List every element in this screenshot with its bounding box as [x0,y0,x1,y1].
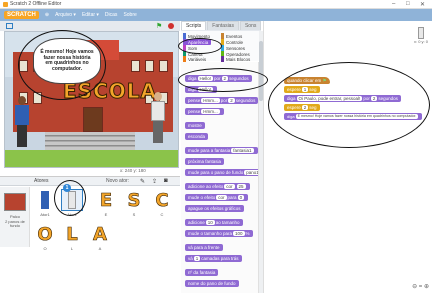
app-icon [3,1,8,7]
sprite-thumb[interactable]: O O [33,223,57,255]
upload-sprite-icon[interactable]: ⇪ [152,178,157,185]
maximize-button[interactable]: □ [406,1,410,7]
green-flag-icon[interactable]: ⚑ [156,22,162,30]
palette-block-go-back[interactable]: vá 1 camadas para trás [185,255,242,262]
minimize-button[interactable]: – [392,1,395,7]
palette-block-switch-costume[interactable]: mude para a fantasia fantasia1 [185,147,258,154]
current-sprite-preview: x: 0 y: 0 [414,27,428,47]
selected-sprite-number: 1 [63,184,71,192]
menu-sobre[interactable]: Sobre [123,12,136,18]
school-stairs [45,132,135,152]
sprite-boy-left[interactable] [15,96,29,147]
sprites-header: Atores Novo ator: ✎ ⇪ ◙ [0,177,180,186]
stage-toolbar: ⚑ [0,21,180,31]
sprite-glyph: E [99,189,113,211]
sprite-thumb[interactable]: L L [60,223,84,255]
editor-tabs: Scripts Fantasias Sons [181,21,262,31]
palette-block-hide[interactable]: esconda [185,133,209,140]
mouse-coords: x: 240 y: 180 [120,168,146,173]
window-title: Scratch 2 Offline Editor [10,1,62,7]
menu-editar[interactable]: Editar ▾ [82,12,99,18]
script-block-say[interactable]: diga É mesmo! Hoje vamos fazer nossa hist… [284,113,423,120]
sprite-name: C [160,212,164,217]
sprite-glyph: C [155,189,169,211]
tab-scripts[interactable]: Scripts [181,21,207,30]
palette-block-think[interactable]: pense Hmm... [185,108,224,115]
palette-block-backdrop-name[interactable]: nome do pano de fundo [185,280,239,287]
sprite-name: A [98,246,102,251]
palette-block-show[interactable]: mostre [185,122,205,129]
palette-block-set-size[interactable]: mude o tamanho para 100% [185,230,253,237]
tab-sounds[interactable]: Sons [239,21,262,30]
sprite-name: Ator1 [40,212,50,217]
script-block-wait[interactable]: espere 1 seg [284,86,320,93]
sprite-man-right[interactable] [151,92,165,143]
sprites-header-label: Atores [34,178,49,184]
menu-dicas[interactable]: Dicas [105,12,118,18]
script-block-say-for[interactable]: diga Oi Paulo, pode entrar, pessoal! por 2 s… [284,95,401,102]
globe-icon[interactable]: ⊕ [45,12,49,18]
stop-icon[interactable] [168,23,174,29]
palette-block-change-size[interactable]: adicione 10 ao tamanho [185,219,243,226]
menu-bar: SCRATCH ⊕ Arquivo ▾ Editar ▾ Dicas Sobre [0,9,432,21]
sprite-thumb[interactable]: A A [88,223,112,255]
title-bar: Scratch 2 Offline Editor – □ ✕ [0,0,432,9]
palette-block-say[interactable]: diga Hello! [185,86,218,93]
green-flag-icon: ⚑ [322,78,327,83]
sprite-name: S [132,212,136,217]
block-palette: diga Hello! por 2 segundos diga Hello! pense H… [181,62,259,293]
palette-block-change-effect[interactable]: adicione ao efeito cor 25 [185,183,250,190]
camera-icon[interactable]: ◙ [164,178,168,184]
tab-costumes[interactable]: Fantasias [207,21,239,30]
palette-block-costume-number[interactable]: nº da fantasia [185,269,219,276]
presentation-mode-icon[interactable] [6,23,13,29]
zoom-controls[interactable]: ⊖ = ⊕ [412,283,429,290]
sprite-glyph: S [127,189,141,211]
palette-block-clear-effects[interactable]: apague os efeitos gráficos [185,205,244,212]
sprite-glyph: O [37,223,53,245]
sprite-thumb-selected[interactable]: Ator2 [60,189,84,221]
sprite-thumb[interactable]: S S [122,189,146,221]
sprite-glyph: A [93,223,108,245]
speech-bubble: É mesmo! Hoje vamos fazer nossa história… [33,38,101,84]
scratch-logo: SCRATCH [4,11,39,19]
block-categories: Movimento Eventos Aparência Controle Som… [181,31,261,62]
new-sprite-label: Novo ator: [106,178,130,184]
sprite-name: O [43,246,47,251]
palette-block-switch-backdrop[interactable]: mude para o pano de fundo pano1 [185,169,258,176]
speech-text: É mesmo! Hoje vamos fazer nossa história… [40,49,94,72]
script-block-when-flag[interactable]: quando clicar em ⚑ [284,77,330,84]
stage-canvas[interactable]: ESCOLA É mesmo! Hoje vamos fazer nossa h… [4,31,179,168]
stage-thumb-sublabel: 2 panos de fundo [5,218,25,228]
sprites-pane: Atores Novo ator: ✎ ⇪ ◙ Palco 2 panos de… [0,176,180,293]
menu-arquivo[interactable]: Arquivo ▾ [55,12,76,18]
palette-block-next-costume[interactable]: próxima fantasia [185,158,225,165]
grass [5,150,178,167]
close-button[interactable]: ✕ [420,1,425,8]
sprite-name: Ator2 [67,212,77,217]
sprite-name: E [104,212,108,217]
paint-sprite-icon[interactable]: ✎ [140,178,145,185]
sprite-thumb[interactable]: C C [150,189,174,221]
sprite-name: L [70,246,74,251]
current-sprite-xy: x: 0 y: 0 [414,39,429,44]
scripts-area[interactable]: x: 0 y: 0 quando clicar em ⚑ espere 1 seg … [263,21,432,293]
stage-thumbnail[interactable]: Palco 2 panos de fundo [0,187,30,247]
palette-block-set-effect[interactable]: mude o efeito cor para 0 [185,194,249,201]
palette-block-go-front[interactable]: vá para a frente [185,244,223,251]
palette-block-say-for[interactable]: diga Hello! por 2 segundos [185,75,252,82]
sprite-glyph: L [66,223,78,245]
sprite-thumb[interactable]: Ator1 [33,189,57,221]
sprite-thumb[interactable]: E E [94,189,118,221]
palette-block-think-for[interactable]: pense Hmm... por 2 segundos [185,97,258,104]
script-block-wait[interactable]: espere 2 seg [284,104,320,111]
